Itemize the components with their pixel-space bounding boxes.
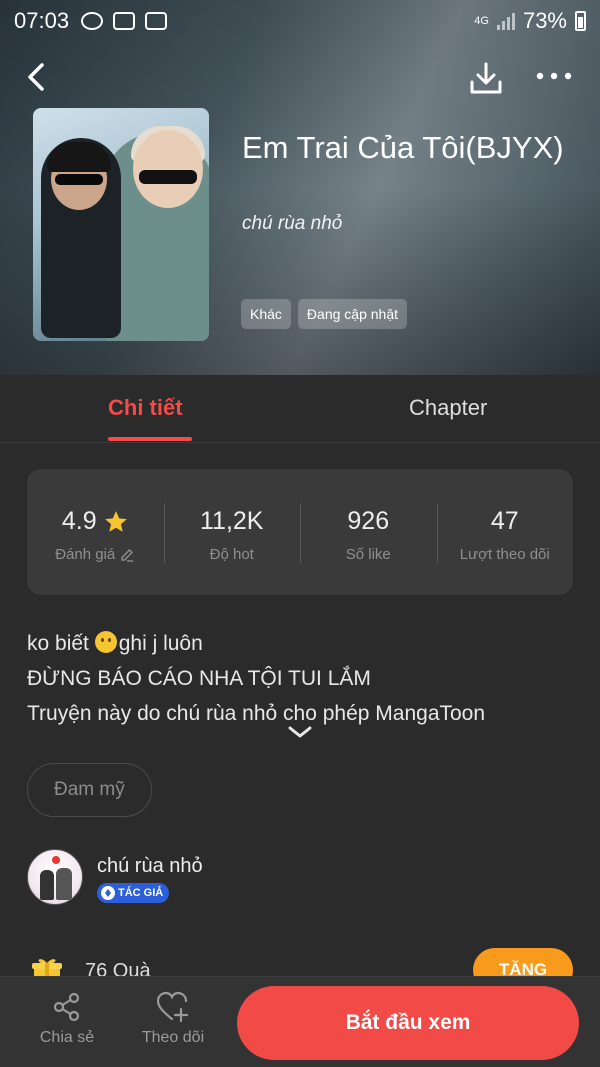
active-tab-indicator [108,437,192,441]
heart-plus-icon [156,991,189,1023]
network-type: 4G [474,15,489,27]
author-badge-icon [101,886,115,900]
follow-button[interactable]: Theo dõi [128,991,218,1047]
gallery-icon [145,12,168,30]
chevron-down-icon[interactable] [286,722,314,742]
status-time: 07:03 [14,8,70,33]
rating-label: Đánh giá [55,546,116,563]
notification-icon [81,12,104,30]
tab-bar: Chi tiết Chapter [0,375,600,443]
likes-value: 926 [347,507,390,535]
stat-hot: 11,2K Độ hot [163,469,301,595]
tab-detail[interactable]: Chi tiết [108,395,183,421]
stat-rating[interactable]: 4.9 Đánh giá [27,469,164,595]
youtube-icon [113,12,136,30]
follow-label: Theo dõi [141,1029,205,1046]
download-icon[interactable] [466,58,506,98]
share-label: Chia sẻ [39,1029,95,1046]
battery-level: 73% [522,8,567,33]
hot-value: 11,2K [200,507,264,535]
author-name[interactable]: chú rùa nhỏ [97,855,203,878]
tab-chapter[interactable]: Chapter [409,395,487,421]
author-section[interactable]: chú rùa nhỏ TÁC GIẢ [27,849,587,909]
confused-emoji-icon [94,631,117,653]
signal-icon [496,12,515,30]
genre-chip[interactable]: Đam mỹ [27,763,152,817]
followers-value: 47 [490,507,519,535]
desc-line1-suffix: ghi j luôn [118,632,203,655]
back-icon[interactable] [20,60,54,94]
hot-label: Độ hot [209,546,254,563]
tag-category[interactable]: Khác [241,299,291,329]
desc-line2: ĐỪNG BÁO CÁO NHA TỘI TUI LẮM [27,667,371,690]
author-badge: TÁC GIẢ [97,883,170,903]
start-reading-button[interactable]: Bắt đầu xem [237,986,579,1060]
star-icon [104,510,127,532]
more-options-icon[interactable] [534,64,574,88]
stats-card: 4.9 Đánh giá 11,2K Độ hot 926 Số like 47… [27,469,573,595]
share-button[interactable]: Chia sẻ [22,991,112,1047]
author-avatar[interactable] [27,849,83,905]
followers-label: Lượt theo dõi [459,546,550,563]
book-tags: Khác Đang cập nhật [241,299,407,329]
desc-line1-prefix: ko biết [27,632,95,655]
book-author[interactable]: chú rùa nhỏ [242,213,342,235]
book-title: Em Trai Của Tôi(BJYX) [242,130,564,165]
status-bar: 07:03 4G 73% [0,0,600,42]
rating-value: 4.9 [61,507,97,535]
battery-icon [575,11,586,31]
author-badge-label: TÁC GIẢ [118,887,164,899]
description: ko biết ghi j luôn ĐỪNG BÁO CÁO NHA TỘI … [27,626,577,731]
share-icon [53,992,80,1022]
likes-label: Số like [345,546,391,563]
edit-icon[interactable] [119,547,135,563]
bottom-bar: Chia sẻ Theo dõi Bắt đầu xem [0,976,600,1067]
top-bar [0,52,600,102]
stat-likes: 926 Số like [300,469,437,595]
tag-status: Đang cập nhật [297,299,407,329]
stat-followers: 47 Lượt theo dõi [436,469,574,595]
book-cover[interactable] [33,108,209,341]
